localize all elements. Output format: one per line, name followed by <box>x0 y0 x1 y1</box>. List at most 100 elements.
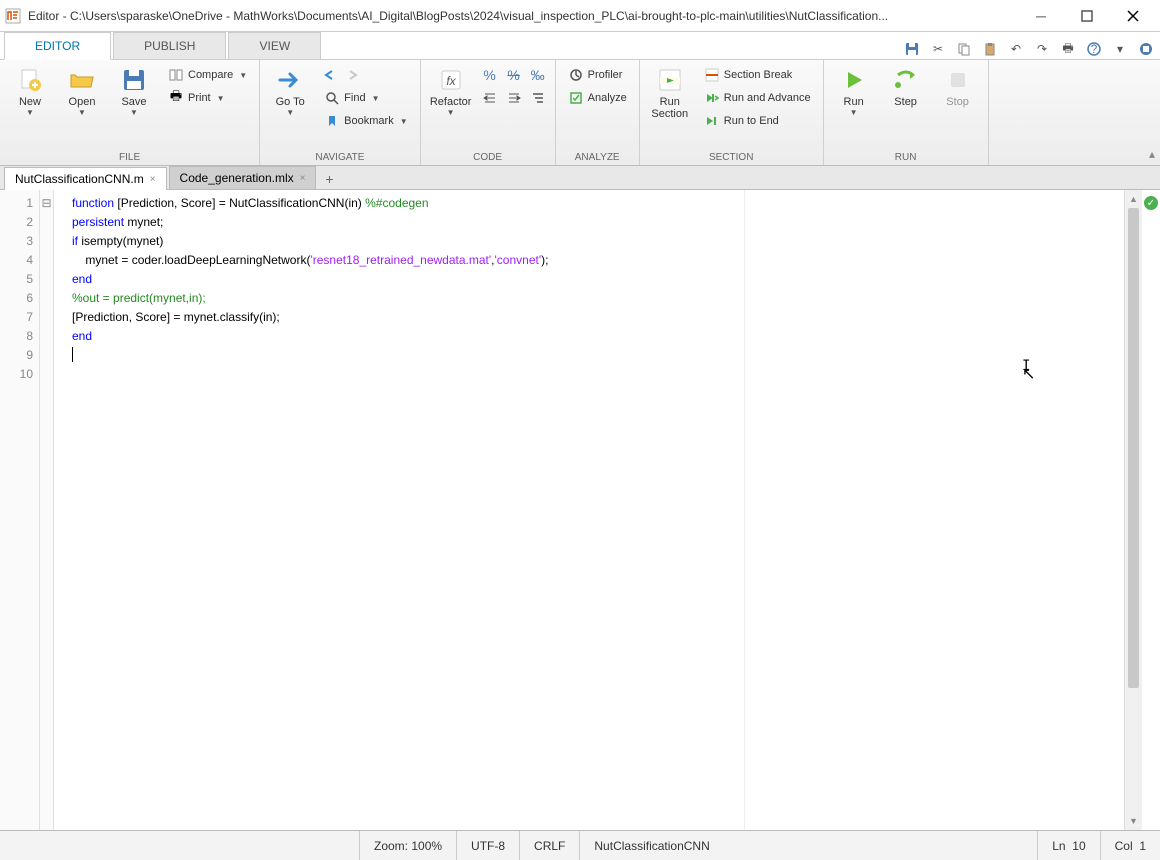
file-tab-label: NutClassificationCNN.m <box>15 172 144 186</box>
app-icon <box>4 7 22 25</box>
chevron-down-icon: ▼ <box>26 108 34 117</box>
open-button[interactable]: Open ▼ <box>58 64 106 119</box>
run-advance-button[interactable]: Run and Advance <box>698 87 817 109</box>
section-break-button[interactable]: Section Break <box>698 64 817 86</box>
close-button[interactable] <box>1110 2 1156 30</box>
group-label-code: CODE <box>473 149 502 165</box>
fold-minus-icon[interactable]: ⊟ <box>40 194 53 213</box>
chevron-down-icon: ▼ <box>372 94 380 103</box>
new-button[interactable]: New ▼ <box>6 64 54 119</box>
code-line: function [Prediction, Score] = NutClassi… <box>72 194 1124 213</box>
file-tabstrip: NutClassificationCNN.m × Code_generation… <box>0 166 1160 190</box>
code-line <box>72 346 1124 365</box>
redo-icon[interactable]: ↷ <box>1032 39 1052 59</box>
svg-text:?: ? <box>1091 42 1098 56</box>
indent-icon[interactable] <box>479 87 501 109</box>
compare-button[interactable]: Compare ▼ <box>162 64 253 86</box>
save-icon[interactable] <box>902 39 922 59</box>
run-button[interactable]: Run ▼ <box>830 64 878 119</box>
chevron-down-icon: ▼ <box>400 117 408 126</box>
editor-area: 1 2 3 4 5 6 7 8 9 10 ⊟ function [Predict… <box>0 190 1160 830</box>
run-to-end-icon <box>704 113 720 129</box>
print-icon: 🖶 <box>168 90 184 106</box>
text-cursor <box>72 347 73 362</box>
file-tab-label: Code_generation.mlx <box>180 171 294 185</box>
print-icon[interactable]: 🖶 <box>1058 39 1078 59</box>
code-line: if isempty(mynet) <box>72 232 1124 251</box>
analyzer-ok-icon[interactable]: ✓ <box>1144 196 1158 210</box>
goto-icon <box>276 66 304 94</box>
stop-button[interactable]: Stop <box>934 64 982 110</box>
print-button[interactable]: 🖶 Print ▼ <box>162 87 253 109</box>
bookmark-button[interactable]: Bookmark ▼ <box>318 110 413 132</box>
tab-view[interactable]: VIEW <box>228 32 321 59</box>
fold-column[interactable]: ⊟ <box>40 190 54 830</box>
svg-text:fx: fx <box>446 74 456 88</box>
tab-publish[interactable]: PUBLISH <box>113 32 226 59</box>
run-section-button[interactable]: Run Section <box>646 64 694 122</box>
smart-indent-icon[interactable] <box>527 87 549 109</box>
group-file: New ▼ Open ▼ Save ▼ Compare ▼ 🖶 <box>0 60 260 165</box>
group-label-file: FILE <box>119 149 140 165</box>
find-button[interactable]: Find ▼ <box>318 87 413 109</box>
eol-indicator[interactable]: CRLF <box>520 831 580 860</box>
collapse-ribbon-button[interactable]: ▴ <box>1144 60 1160 165</box>
run-to-end-button[interactable]: Run to End <box>698 110 817 132</box>
tab-editor[interactable]: EDITOR <box>4 32 111 60</box>
profiler-button[interactable]: Profiler <box>562 64 633 86</box>
scroll-down-icon[interactable]: ▼ <box>1125 812 1142 830</box>
maximize-button[interactable] <box>1064 2 1110 30</box>
group-code: fx Refactor ▼ % % ‰ CODE <box>421 60 556 165</box>
refactor-button[interactable]: fx Refactor ▼ <box>427 64 475 119</box>
ribbon-tabstrip: EDITOR PUBLISH VIEW ✂ ↶ ↷ 🖶 ? ▾ <box>0 32 1160 60</box>
group-run: Run ▼ Step Stop RUN <box>824 60 989 165</box>
nav-back-icon[interactable] <box>318 64 340 86</box>
goto-button[interactable]: Go To ▼ <box>266 64 314 119</box>
window-title: Editor - C:\Users\sparaske\OneDrive - Ma… <box>28 9 1018 23</box>
bookmark-icon <box>324 113 340 129</box>
save-icon <box>120 66 148 94</box>
comment-icon[interactable]: % <box>479 64 501 86</box>
column-indicator[interactable]: Col 1 <box>1101 831 1160 860</box>
undo-icon[interactable]: ↶ <box>1006 39 1026 59</box>
encoding-indicator[interactable]: UTF-8 <box>457 831 520 860</box>
analyze-icon <box>568 90 584 106</box>
file-tab-1[interactable]: NutClassificationCNN.m × <box>4 167 167 190</box>
quick-access-toolbar: ✂ ↶ ↷ 🖶 ? ▾ <box>902 39 1160 59</box>
copy-icon[interactable] <box>954 39 974 59</box>
code-area[interactable]: function [Prediction, Score] = NutClassi… <box>54 190 1124 830</box>
scrollbar-thumb[interactable] <box>1128 208 1139 688</box>
chevron-down-icon: ▼ <box>850 108 858 117</box>
outdent-icon[interactable] <box>503 87 525 109</box>
help-icon[interactable]: ? <box>1084 39 1104 59</box>
cut-icon[interactable]: ✂ <box>928 39 948 59</box>
line-number-gutter[interactable]: 1 2 3 4 5 6 7 8 9 10 <box>0 190 40 830</box>
add-tab-button[interactable]: + <box>318 169 340 189</box>
close-tab-icon[interactable]: × <box>300 173 306 184</box>
status-bar: Zoom: 100% UTF-8 CRLF NutClassificationC… <box>0 830 1160 860</box>
save-button[interactable]: Save ▼ <box>110 64 158 119</box>
search-dropdown-icon[interactable]: ▾ <box>1110 39 1130 59</box>
layout-icon[interactable] <box>1136 39 1156 59</box>
group-label-navigate: NAVIGATE <box>315 149 364 165</box>
nav-forward-icon[interactable] <box>342 64 364 86</box>
scroll-up-icon[interactable]: ▲ <box>1125 190 1142 208</box>
chevron-down-icon: ▼ <box>239 71 247 80</box>
minimize-button[interactable]: ─ <box>1018 2 1064 30</box>
wrap-comment-icon[interactable]: ‰ <box>527 64 549 86</box>
paste-icon[interactable] <box>980 39 1000 59</box>
file-tab-2[interactable]: Code_generation.mlx × <box>169 166 317 189</box>
step-button[interactable]: Step <box>882 64 930 110</box>
group-label-run: RUN <box>895 149 917 165</box>
chevron-down-icon: ▼ <box>78 108 86 117</box>
uncomment-icon[interactable]: % <box>503 64 525 86</box>
zoom-indicator[interactable]: Zoom: 100% <box>360 831 457 860</box>
vertical-scrollbar[interactable]: ▲ ▼ <box>1124 190 1142 830</box>
analyze-button[interactable]: Analyze <box>562 87 633 109</box>
group-analyze: Profiler Analyze ANALYZE <box>556 60 640 165</box>
close-tab-icon[interactable]: × <box>150 174 156 185</box>
function-indicator[interactable]: NutClassificationCNN <box>580 831 1038 860</box>
chevron-down-icon: ▼ <box>130 108 138 117</box>
code-line: end <box>72 270 1124 289</box>
line-indicator[interactable]: Ln 10 <box>1038 831 1100 860</box>
